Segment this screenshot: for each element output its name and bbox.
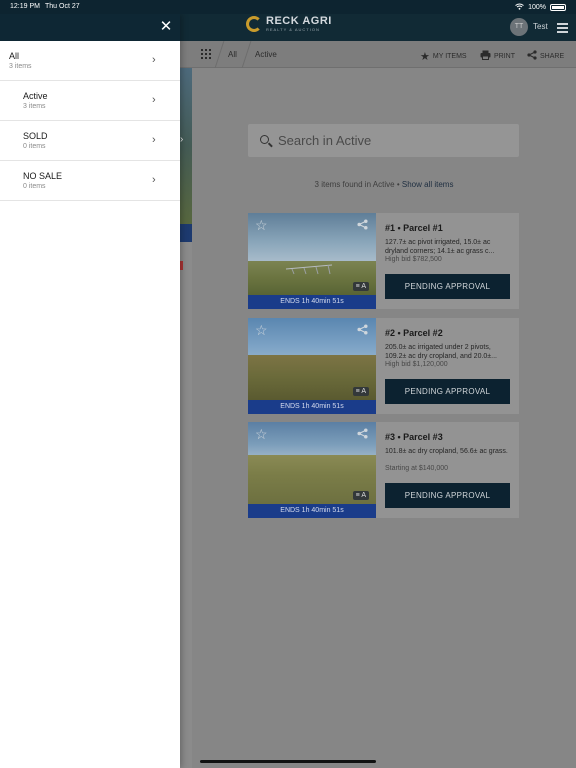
lot-card[interactable]: ☆ ≡ A ENDS 1h 40min 51s #2 • Parcel #2 2…	[248, 318, 519, 414]
drawer-item-active[interactable]: Active 3 items ›	[0, 81, 180, 121]
filter-drawer: ✕ All 3 items › Active 3 items › SOLD 0 …	[0, 14, 180, 768]
search-icon	[260, 135, 269, 144]
drawer-item-label: NO SALE	[23, 171, 63, 181]
drawer-item-count: 3 items	[9, 63, 32, 70]
lot-badge: ≡ A	[352, 387, 369, 396]
ends-countdown: ENDS 1h 40min 51s	[248, 295, 376, 309]
logo-mark-icon	[246, 16, 262, 32]
drawer-item-label: Active	[23, 91, 48, 101]
chevron-right-icon: ›	[152, 54, 156, 66]
list-icon: ≡	[355, 492, 360, 499]
chevron-right-icon: ›	[152, 134, 156, 146]
drawer-item-sold[interactable]: SOLD 0 items ›	[0, 121, 180, 161]
breadcrumb-divider	[214, 41, 225, 68]
logo-name: RECK AGRI	[266, 15, 332, 27]
star-icon[interactable]: ☆	[255, 218, 268, 232]
close-icon[interactable]: ✕	[159, 19, 173, 34]
lot-card[interactable]: ☆ ≡ A ENDS 1h 40min 51s #3 • Parcel #3 1…	[248, 422, 519, 518]
breadcrumb-all[interactable]: All	[228, 50, 237, 59]
results-count: 3 items found in Active	[314, 180, 395, 189]
star-icon[interactable]: ☆	[255, 323, 268, 337]
lot-bid: High bid $782,500	[385, 256, 442, 263]
drawer-item-count: 0 items	[23, 183, 46, 190]
badge-label: A	[361, 388, 366, 395]
wifi-icon	[515, 3, 524, 12]
drawer-item-no-sale[interactable]: NO SALE 0 items ›	[0, 161, 180, 201]
search-box	[248, 124, 519, 157]
background-image	[180, 68, 192, 241]
irrigation-pivot-icon	[285, 264, 333, 275]
status-right: 100%	[515, 3, 566, 12]
share-icon[interactable]	[357, 219, 368, 233]
share-icon[interactable]	[357, 428, 368, 442]
status-date: Thu Oct 27	[45, 3, 80, 10]
badge-label: A	[361, 283, 366, 290]
results-separator: •	[396, 180, 400, 189]
avatar[interactable]: TT	[510, 18, 528, 36]
pending-approval-button[interactable]: PENDING APPROVAL	[385, 274, 510, 299]
drawer-item-count: 3 items	[23, 103, 46, 110]
list-icon: ≡	[355, 388, 360, 395]
share-label: SHARE	[540, 52, 565, 60]
lot-badge: ≡ A	[352, 282, 369, 291]
my-items-button[interactable]: ★ MY ITEMS	[420, 50, 467, 63]
lot-title[interactable]: #1 • Parcel #1	[385, 223, 443, 233]
main-content: 3 items found in Active • Show all items…	[192, 68, 576, 768]
ends-countdown: ENDS 1h 40min 51s	[248, 400, 376, 414]
results-summary: 3 items found in Active • Show all items	[192, 180, 576, 189]
drawer-item-label: SOLD	[23, 131, 48, 141]
drawer-item-label: All	[9, 51, 20, 61]
lot-title[interactable]: #2 • Parcel #2	[385, 328, 443, 338]
battery-percent: 100%	[528, 4, 546, 11]
star-icon: ★	[420, 51, 430, 63]
drawer-header: ✕	[0, 14, 180, 41]
lot-photo[interactable]: ☆ ≡ A	[248, 213, 376, 295]
lot-badge: ≡ A	[352, 491, 369, 500]
battery-icon	[550, 4, 566, 11]
grid-icon[interactable]	[201, 49, 211, 59]
pending-approval-button[interactable]: PENDING APPROVAL	[385, 483, 510, 508]
brand-logo[interactable]: RECK AGRI REALTY & AUCTION	[246, 16, 332, 32]
star-icon[interactable]: ☆	[255, 427, 268, 441]
chevron-right-icon: ›	[152, 174, 156, 186]
drawer-item-count: 0 items	[23, 143, 46, 150]
chevron-right-icon: ›	[152, 94, 156, 106]
list-icon: ≡	[355, 283, 360, 290]
print-label: PRINT	[494, 52, 515, 60]
print-button[interactable]: PRINT	[480, 50, 515, 62]
lot-photo[interactable]: ☆ ≡ A	[248, 318, 376, 400]
ends-countdown: ENDS 1h 40min 51s	[248, 504, 376, 518]
logo-subtitle: REALTY & AUCTION	[266, 27, 320, 32]
status-time: 12:19 PM	[10, 3, 40, 10]
pending-approval-button[interactable]: PENDING APPROVAL	[385, 379, 510, 404]
lot-photo[interactable]: ☆ ≡ A	[248, 422, 376, 504]
show-all-link[interactable]: Show all items	[402, 180, 454, 189]
background-tag	[180, 261, 183, 270]
print-icon	[480, 50, 491, 62]
share-icon	[527, 50, 537, 62]
badge-label: A	[361, 492, 366, 499]
background-bar	[180, 224, 192, 242]
lot-description: 101.8± ac dry cropland, 56.6± ac grass.	[385, 448, 508, 455]
chevron-right-icon: ›	[180, 134, 184, 145]
share-icon[interactable]	[357, 324, 368, 338]
search-input[interactable]	[278, 132, 508, 148]
status-bar: 12:19 PM Thu Oct 27 100%	[0, 0, 576, 14]
share-button[interactable]: SHARE	[527, 50, 564, 62]
breadcrumb-divider	[241, 41, 252, 68]
lot-card[interactable]: ☆ ≡ A ENDS 1h 40min 51s #1 • Parcel #1 1…	[248, 213, 519, 309]
home-indicator[interactable]	[200, 760, 376, 763]
breadcrumb-active[interactable]: Active	[255, 50, 277, 59]
lot-description: 205.0± ac irrigated under 2 pivots, 109.…	[385, 344, 497, 360]
drawer-item-all[interactable]: All 3 items ›	[0, 41, 180, 81]
my-items-label: MY ITEMS	[432, 53, 467, 60]
menu-icon[interactable]	[557, 23, 568, 35]
background-sliver: ›	[180, 68, 192, 768]
username[interactable]: Test	[533, 22, 548, 31]
lot-bid: High bid $1,120,000	[385, 361, 448, 368]
lot-description: 127.7± ac pivot irrigated, 15.0± ac dryl…	[385, 239, 495, 255]
lot-title[interactable]: #3 • Parcel #3	[385, 432, 443, 442]
lot-bid: Starting at $140,000	[385, 465, 449, 472]
